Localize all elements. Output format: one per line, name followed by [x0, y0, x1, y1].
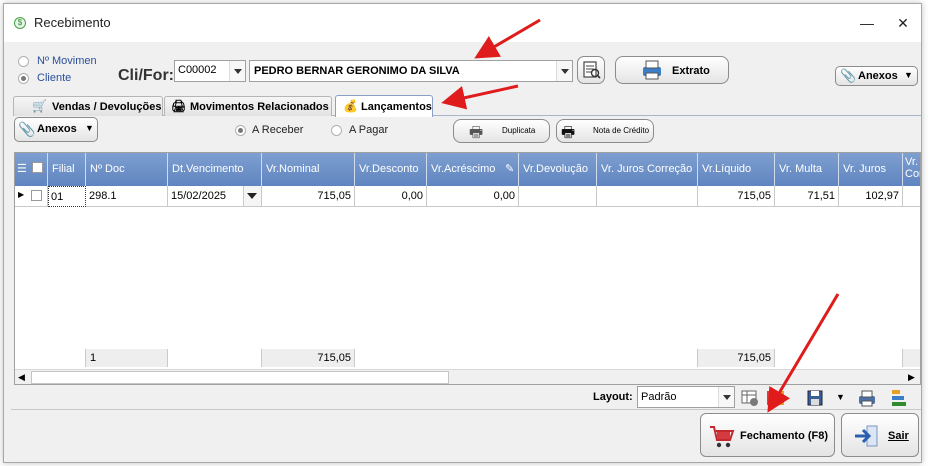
annotation-arrows [441, 18, 840, 413]
arrow-to-lancamentos-tab [441, 84, 519, 110]
arrow-to-fechamento [767, 293, 840, 413]
arrow-to-client-name [474, 18, 541, 59]
